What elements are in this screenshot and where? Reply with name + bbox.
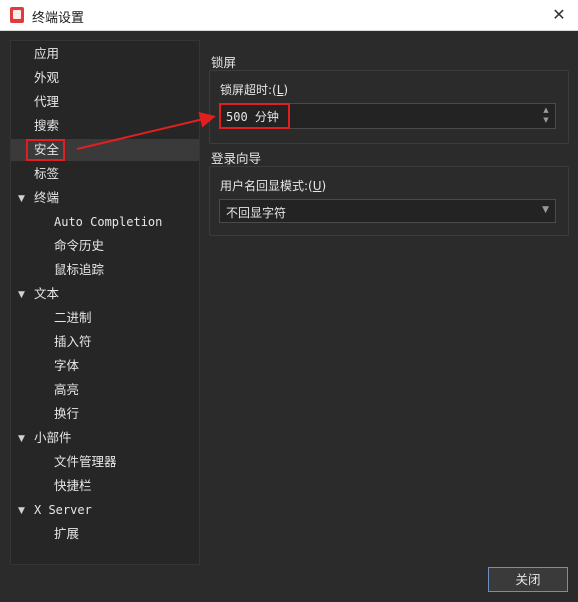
spin-arrows-icon[interactable]: ▲ ▼ <box>541 105 551 125</box>
expand-arrow-icon[interactable]: ▼ <box>18 290 25 300</box>
tree-item-widgets[interactable]: 小部件 <box>34 427 72 449</box>
close-icon[interactable]: ✕ <box>548 4 570 26</box>
tree-item-proxy[interactable]: 代理 <box>34 91 59 113</box>
tree-item-file-manager[interactable]: 文件管理器 <box>54 451 117 473</box>
echo-mode-label: 用户名回显模式:(U) <box>220 179 327 193</box>
close-button[interactable]: 关闭 <box>488 567 568 592</box>
tree-item-wrap[interactable]: 换行 <box>54 403 79 425</box>
tree-item-extensions[interactable]: 扩展 <box>54 523 79 545</box>
tree-item-caret[interactable]: 插入符 <box>54 331 92 353</box>
tree-item-app[interactable]: 应用 <box>34 43 59 65</box>
echo-mode-select[interactable]: 不回显字符 ▼ <box>219 199 556 223</box>
tree-item-highlight[interactable]: 高亮 <box>54 379 79 401</box>
tree-item-auto-completion[interactable]: Auto Completion <box>54 211 162 233</box>
tree-item-tabs[interactable]: 标签 <box>34 163 59 185</box>
timeout-label: 锁屏超时:(L) <box>220 83 289 97</box>
expand-arrow-icon[interactable]: ▼ <box>18 194 25 204</box>
tree-item-quickbar[interactable]: 快捷栏 <box>54 475 92 497</box>
highlight-box <box>26 139 65 161</box>
login-section-title: 登录向导 <box>211 151 262 166</box>
tree-item-command-history[interactable]: 命令历史 <box>54 235 104 257</box>
settings-tree: 应用 外观 代理 搜索 安全 标签 ▼ 终端 Auto Completion 命… <box>10 40 200 565</box>
expand-arrow-icon[interactable]: ▼ <box>18 506 25 516</box>
highlight-box <box>219 103 290 129</box>
window-title: 终端设置 <box>32 11 85 26</box>
app-icon <box>10 7 24 23</box>
tree-item-search[interactable]: 搜索 <box>34 115 59 137</box>
title-bar: 终端设置 ✕ <box>0 0 578 31</box>
expand-arrow-icon[interactable]: ▼ <box>18 434 25 444</box>
tree-item-text[interactable]: 文本 <box>34 283 59 305</box>
tree-item-x-server[interactable]: X Server <box>34 499 92 521</box>
tree-item-terminal[interactable]: 终端 <box>34 187 59 209</box>
tree-item-appearance[interactable]: 外观 <box>34 67 59 89</box>
chevron-down-icon: ▼ <box>542 205 549 215</box>
tree-item-font[interactable]: 字体 <box>54 355 79 377</box>
tree-item-binary[interactable]: 二进制 <box>54 307 92 329</box>
tree-item-mouse-tracking[interactable]: 鼠标追踪 <box>54 259 104 281</box>
echo-mode-value: 不回显字符 <box>226 206 287 220</box>
lock-section-title: 锁屏 <box>211 55 237 70</box>
